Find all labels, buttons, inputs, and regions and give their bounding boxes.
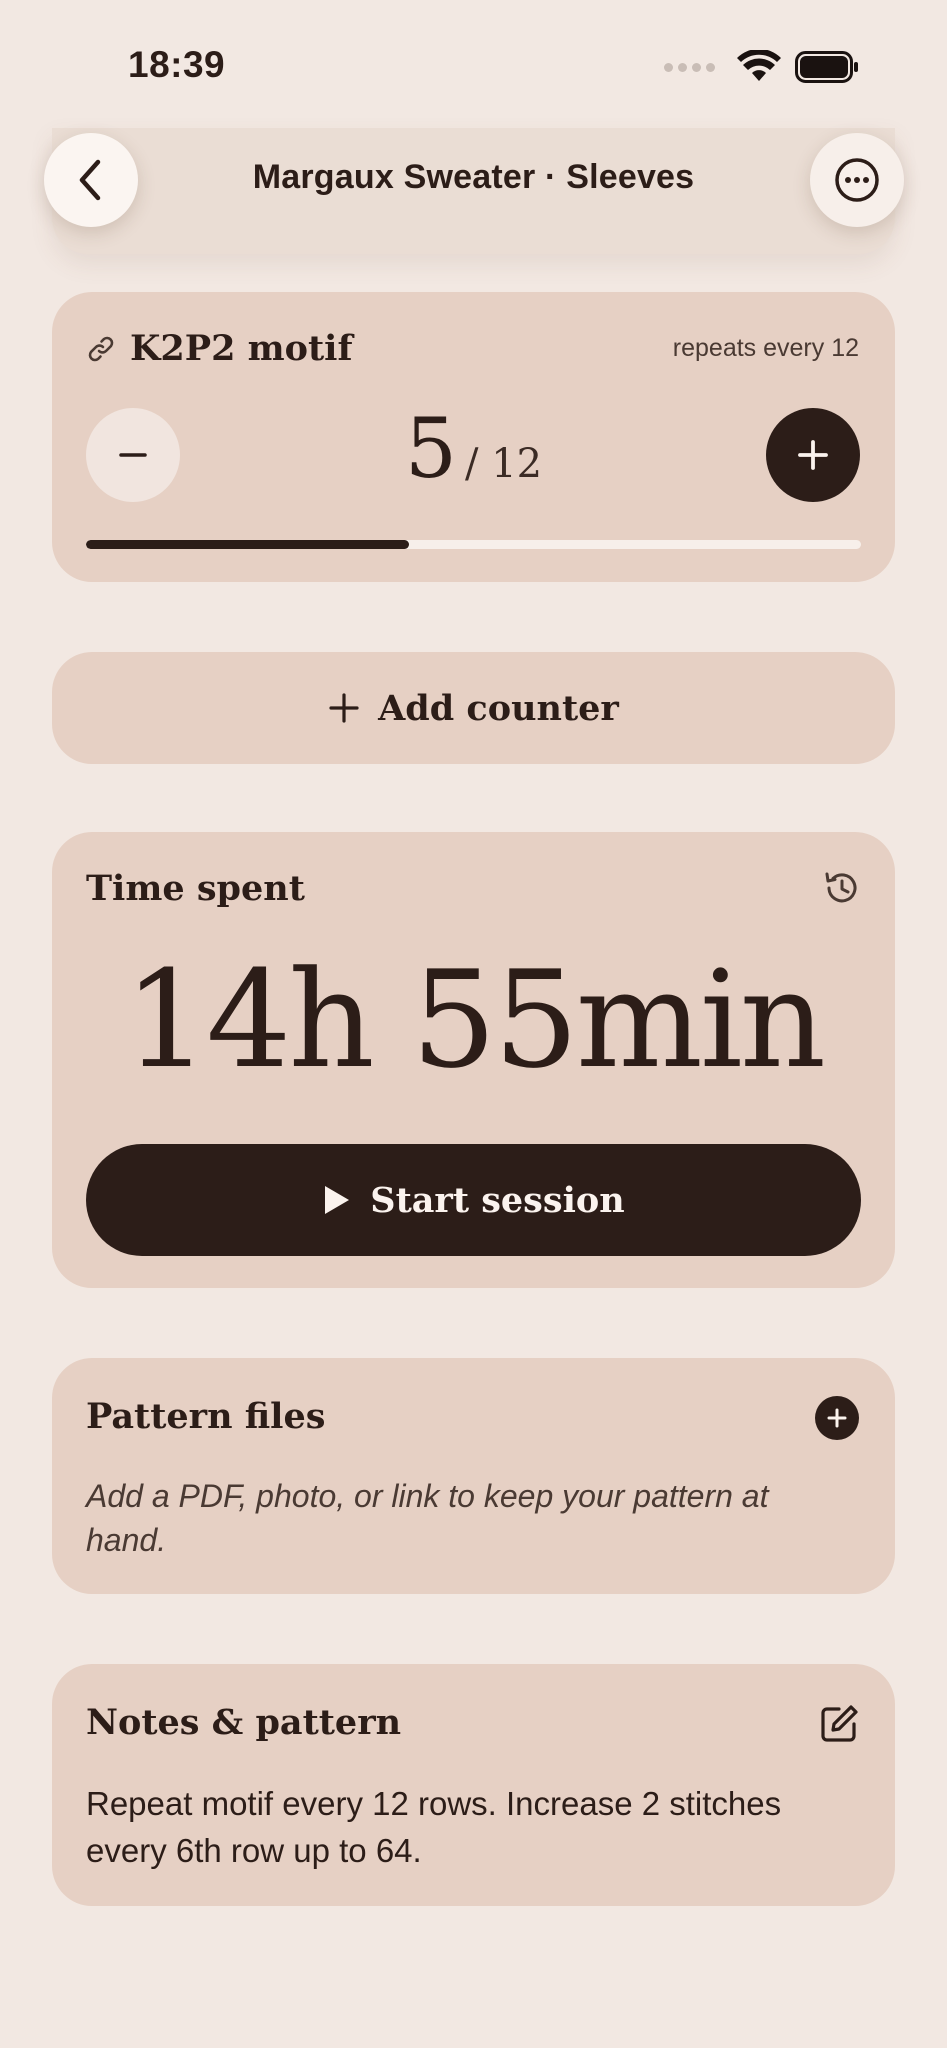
add-pattern-file-button[interactable] (815, 1396, 859, 1440)
time-spent-card: Time spent 14h 55min Start session (52, 832, 895, 1288)
link-icon (88, 336, 114, 361)
history-icon[interactable] (821, 868, 861, 908)
counter-card: K2P2 motif repeats every 12 5 / 12 (52, 292, 895, 582)
time-spent-label: Time spent (86, 868, 305, 909)
pattern-files-description: Add a PDF, photo, or link to keep your p… (86, 1478, 769, 1558)
add-counter-button[interactable]: Add counter (52, 652, 895, 764)
status-icons (664, 50, 859, 84)
start-session-button[interactable]: Start session (86, 1144, 861, 1256)
more-options-button[interactable] (810, 133, 904, 227)
status-time: 18:39 (128, 44, 226, 85)
counter-progress-bar (86, 540, 861, 549)
add-counter-label: Add counter (378, 687, 619, 729)
plus-icon (798, 440, 828, 470)
play-icon (325, 1186, 350, 1214)
time-spent-value: 14h 55min (123, 942, 826, 1098)
wifi-icon (737, 50, 781, 81)
counter-current: 5 (404, 402, 458, 497)
minus-icon (119, 453, 147, 457)
notes-card: Notes & pattern Repeat motif every 12 ro… (52, 1664, 895, 1906)
back-button[interactable] (44, 133, 138, 227)
counter-name: K2P2 motif (130, 328, 353, 369)
notes-body: Repeat motif every 12 rows. Increase 2 s… (86, 1785, 782, 1869)
page-title: Margaux Sweater · Sleeves (252, 158, 695, 196)
increment-button[interactable] (766, 408, 860, 502)
pattern-files-card: Pattern files Add a PDF, photo, or link … (52, 1358, 895, 1594)
plus-icon (827, 1408, 847, 1428)
pattern-files-title: Pattern files (86, 1396, 326, 1437)
battery-icon (795, 51, 858, 83)
ellipsis-circle-icon (835, 158, 879, 202)
start-session-label: Start session (370, 1179, 625, 1221)
counter-total: / 12 (465, 441, 543, 487)
decrement-button[interactable] (86, 408, 180, 502)
edit-icon[interactable] (817, 1702, 861, 1746)
counter-progress-fill (86, 540, 409, 549)
counter-repeat-text: repeats every 12 (672, 334, 859, 362)
cellular-signal-icon (664, 62, 715, 72)
status-bar: 18:39 (0, 0, 947, 130)
notes-title: Notes & pattern (86, 1702, 402, 1743)
plus-icon (329, 693, 359, 723)
counter-header: K2P2 motif (86, 328, 353, 369)
chevron-left-icon (79, 159, 101, 201)
counter-value: 5 / 12 (202, 402, 745, 497)
